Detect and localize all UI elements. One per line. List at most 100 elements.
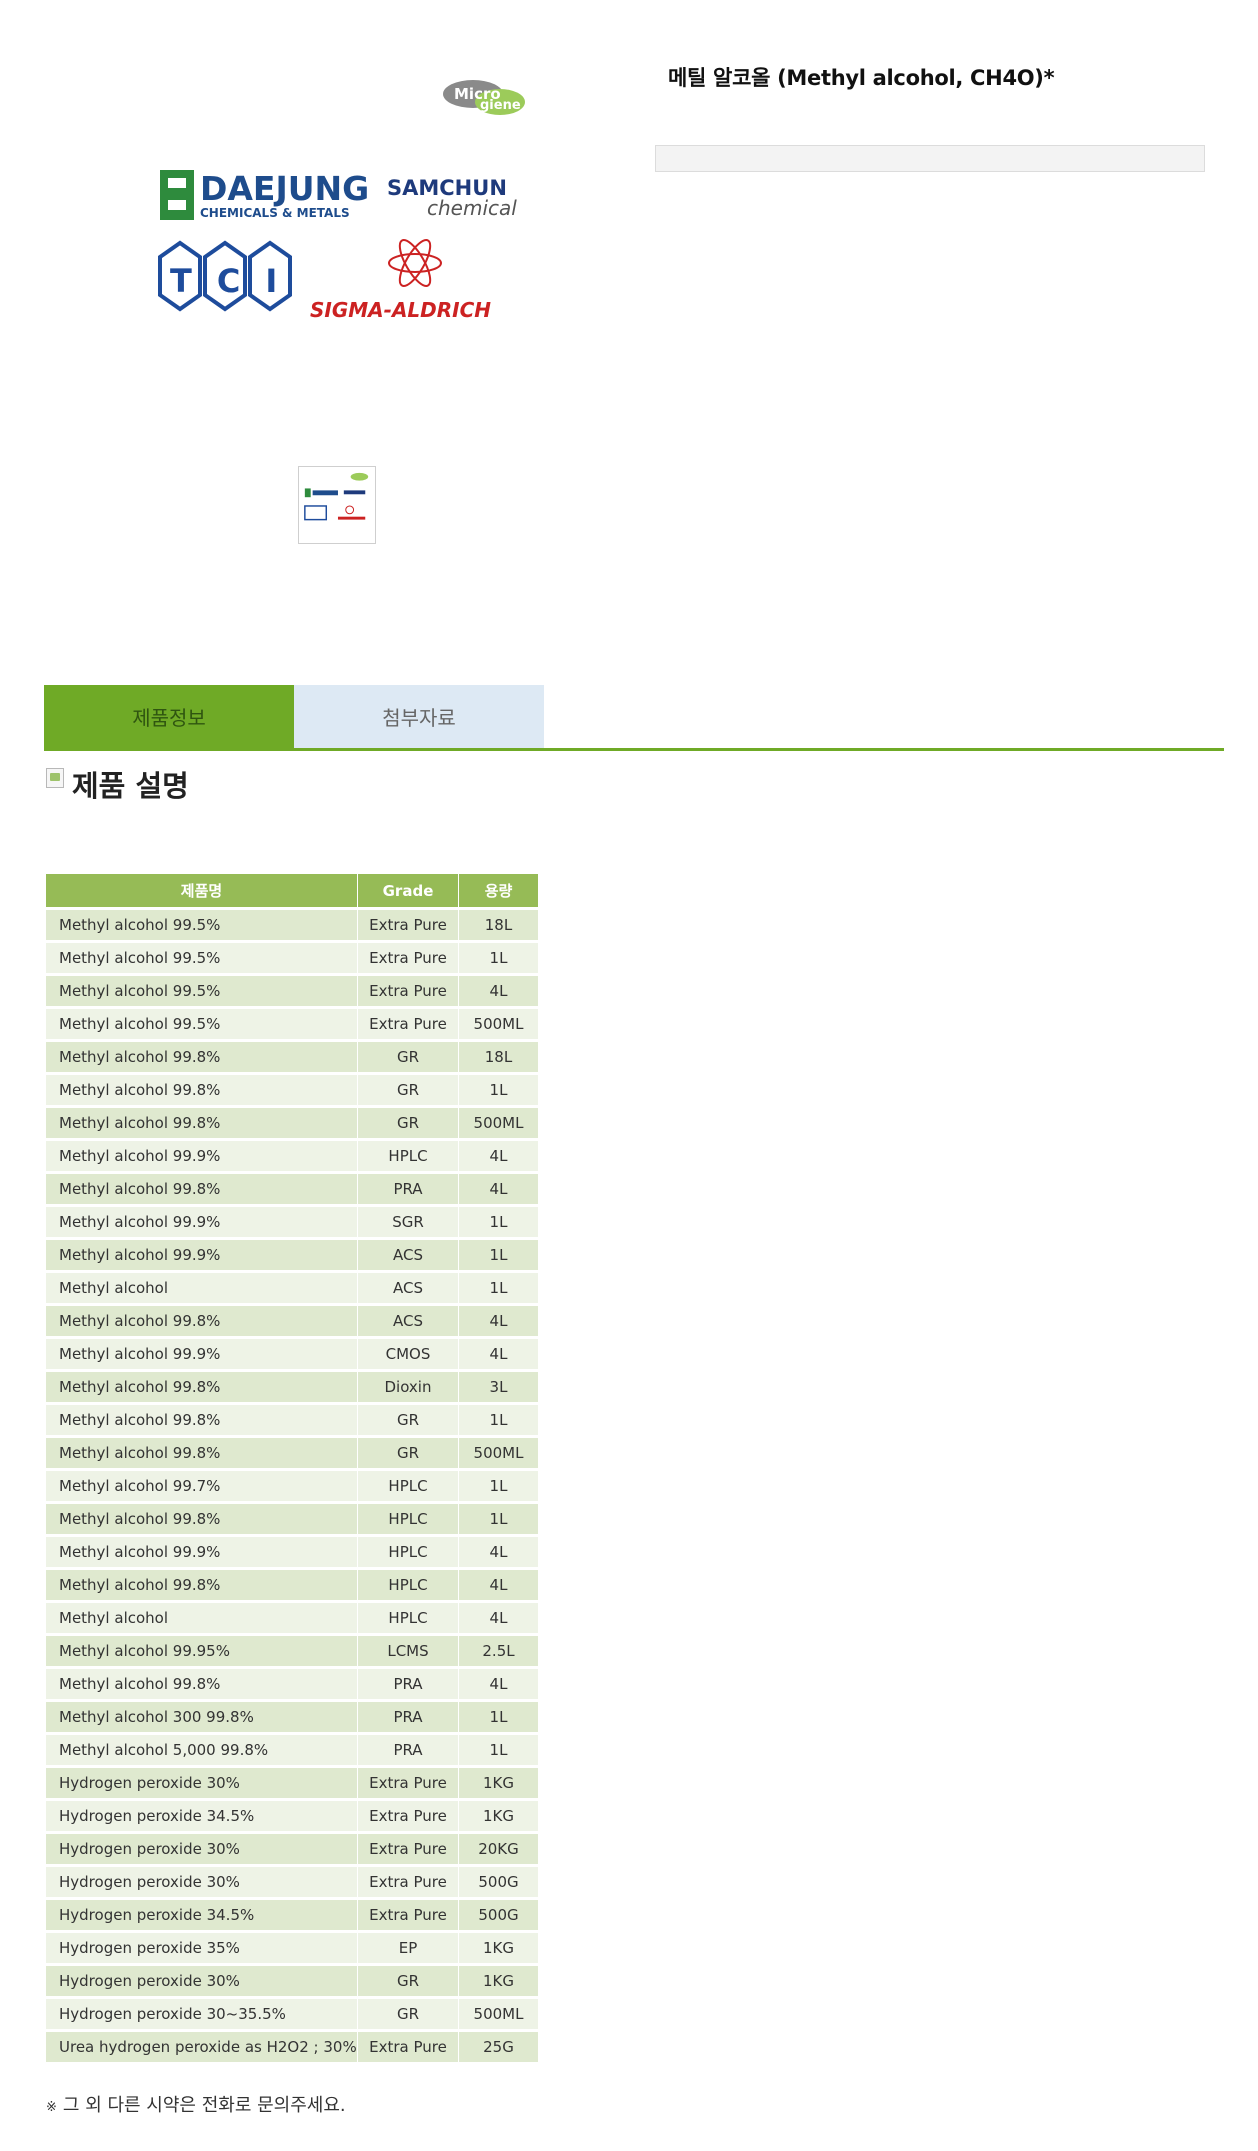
cell-product-name: Methyl alcohol 5,000 99.8% xyxy=(46,1735,358,1765)
table-row: Methyl alcohol 99.9% CMOS 4L xyxy=(46,1339,538,1369)
section-heading: 제품 설명 xyxy=(46,763,189,805)
cell-grade: GR xyxy=(358,1405,459,1435)
cell-grade: Extra Pure xyxy=(358,2032,459,2062)
cell-volume: 18L xyxy=(459,1042,538,1072)
cell-volume: 500ML xyxy=(459,1108,538,1138)
cell-grade: SGR xyxy=(358,1207,459,1237)
cell-grade: HPLC xyxy=(358,1603,459,1633)
cell-product-name: Methyl alcohol xyxy=(46,1273,358,1303)
cell-volume: 1L xyxy=(459,1273,538,1303)
cell-product-name: Methyl alcohol 99.95% xyxy=(46,1636,358,1666)
option-bar xyxy=(655,145,1205,172)
cell-volume: 500ML xyxy=(459,1438,538,1468)
cell-volume: 4L xyxy=(459,976,538,1006)
cell-product-name: Methyl alcohol 99.9% xyxy=(46,1240,358,1270)
cell-volume: 1L xyxy=(459,1207,538,1237)
cell-volume: 1L xyxy=(459,1735,538,1765)
table-row: Methyl alcohol 5,000 99.8% PRA 1L xyxy=(46,1735,538,1765)
table-row: Methyl alcohol 99.8% GR 1L xyxy=(46,1075,538,1105)
cell-volume: 1L xyxy=(459,1504,538,1534)
cell-volume: 3L xyxy=(459,1372,538,1402)
tab-attachments[interactable]: 첨부자료 xyxy=(294,685,544,748)
tci-logo: TCI xyxy=(158,240,302,312)
cell-grade: Extra Pure xyxy=(358,1834,459,1864)
table-row: Hydrogen peroxide 30% GR 1KG xyxy=(46,1966,538,1996)
cell-volume: 1KG xyxy=(459,1933,538,1963)
product-tabs: 제품정보 첨부자료 xyxy=(44,685,544,748)
header-product-name: 제품명 xyxy=(46,874,358,907)
cell-grade: GR xyxy=(358,1999,459,2029)
cell-grade: Extra Pure xyxy=(358,1801,459,1831)
cell-product-name: Methyl alcohol 99.5% xyxy=(46,976,358,1006)
brand-logos-graphic: Micro giene DAEJUNG CHEMICALS & METALS S… xyxy=(158,80,525,322)
cell-volume: 18L xyxy=(459,910,538,940)
cell-product-name: Hydrogen peroxide 30% xyxy=(46,1867,358,1897)
cell-volume: 500G xyxy=(459,1900,538,1930)
product-table: 제품명 Grade 용량 Methyl alcohol 99.5% Extra P… xyxy=(46,871,538,2065)
table-row: Methyl alcohol 99.8% HPLC 1L xyxy=(46,1504,538,1534)
table-row: Methyl alcohol 99.8% ACS 4L xyxy=(46,1306,538,1336)
cell-volume: 500ML xyxy=(459,1999,538,2029)
cell-grade: Extra Pure xyxy=(358,943,459,973)
cell-product-name: Methyl alcohol 99.8% xyxy=(46,1108,358,1138)
cell-grade: CMOS xyxy=(358,1339,459,1369)
table-row: Methyl alcohol 99.8% PRA 4L xyxy=(46,1669,538,1699)
table-row: Hydrogen peroxide 35% EP 1KG xyxy=(46,1933,538,1963)
table-row: Hydrogen peroxide 34.5% Extra Pure 500G xyxy=(46,1900,538,1930)
cell-grade: Extra Pure xyxy=(358,1900,459,1930)
table-body: Methyl alcohol 99.5% Extra Pure 18L Methyl … xyxy=(46,910,538,2062)
footnote: ※ 그 외 다른 시약은 전화로 문의주세요. xyxy=(46,2091,346,2117)
cell-product-name: Methyl alcohol 99.5% xyxy=(46,1009,358,1039)
cell-grade: Extra Pure xyxy=(358,976,459,1006)
header-grade: Grade xyxy=(358,874,459,907)
cell-product-name: Methyl alcohol 99.7% xyxy=(46,1471,358,1501)
cell-product-name: Methyl alcohol 99.9% xyxy=(46,1141,358,1171)
cell-product-name: Hydrogen peroxide 34.5% xyxy=(46,1900,358,1930)
cell-grade: Dioxin xyxy=(358,1372,459,1402)
cell-volume: 1KG xyxy=(459,1801,538,1831)
brand-logos-image: Micro giene DAEJUNG CHEMICALS & METALS S… xyxy=(150,60,550,370)
tab-product-info[interactable]: 제품정보 xyxy=(44,685,294,748)
cell-volume: 1L xyxy=(459,1075,538,1105)
cell-grade: HPLC xyxy=(358,1471,459,1501)
cell-product-name: Methyl alcohol 99.9% xyxy=(46,1207,358,1237)
cell-volume: 1KG xyxy=(459,1966,538,1996)
table-row: Methyl alcohol 99.8% GR 18L xyxy=(46,1042,538,1072)
cell-grade: HPLC xyxy=(358,1570,459,1600)
cell-product-name: Methyl alcohol 99.9% xyxy=(46,1537,358,1567)
svg-text:DAEJUNG: DAEJUNG xyxy=(200,169,369,208)
table-row: Methyl alcohol 99.9% ACS 1L xyxy=(46,1240,538,1270)
cell-volume: 1L xyxy=(459,943,538,973)
cell-grade: GR xyxy=(358,1966,459,1996)
cell-product-name: Methyl alcohol xyxy=(46,1603,358,1633)
cell-volume: 4L xyxy=(459,1669,538,1699)
cell-product-name: Methyl alcohol 99.8% xyxy=(46,1405,358,1435)
note-mark: ※ xyxy=(46,2100,57,2115)
cell-grade: GR xyxy=(358,1075,459,1105)
cell-grade: Extra Pure xyxy=(358,1009,459,1039)
cell-volume: 500G xyxy=(459,1867,538,1897)
cell-volume: 1L xyxy=(459,1405,538,1435)
cell-product-name: Methyl alcohol 300 99.8% xyxy=(46,1702,358,1732)
svg-text:TCI: TCI xyxy=(170,262,302,300)
product-title: 메틸 알코올 (Methyl alcohol, CH4O)* xyxy=(668,66,1055,90)
table-row: Methyl alcohol 99.5% Extra Pure 1L xyxy=(46,943,538,973)
cell-product-name: Methyl alcohol 99.8% xyxy=(46,1669,358,1699)
cell-product-name: Methyl alcohol 99.8% xyxy=(46,1306,358,1336)
product-thumbnail[interactable] xyxy=(298,466,376,544)
table-row: Methyl alcohol 99.9% HPLC 4L xyxy=(46,1141,538,1171)
cell-volume: 4L xyxy=(459,1141,538,1171)
svg-text:SIGMA-ALDRICH: SIGMA-ALDRICH xyxy=(310,298,491,322)
cell-grade: Extra Pure xyxy=(358,910,459,940)
cell-product-name: Methyl alcohol 99.8% xyxy=(46,1174,358,1204)
cell-volume: 2.5L xyxy=(459,1636,538,1666)
table-row: Methyl alcohol 99.8% GR 500ML xyxy=(46,1108,538,1138)
table-row: Urea hydrogen peroxide as H2O2 ; 30% Extr… xyxy=(46,2032,538,2062)
section-title: 제품 설명 xyxy=(72,769,189,803)
cell-product-name: Methyl alcohol 99.5% xyxy=(46,910,358,940)
table-row: Methyl alcohol 99.9% SGR 1L xyxy=(46,1207,538,1237)
cell-grade: HPLC xyxy=(358,1504,459,1534)
cell-volume: 4L xyxy=(459,1537,538,1567)
cell-volume: 1L xyxy=(459,1471,538,1501)
cell-volume: 20KG xyxy=(459,1834,538,1864)
